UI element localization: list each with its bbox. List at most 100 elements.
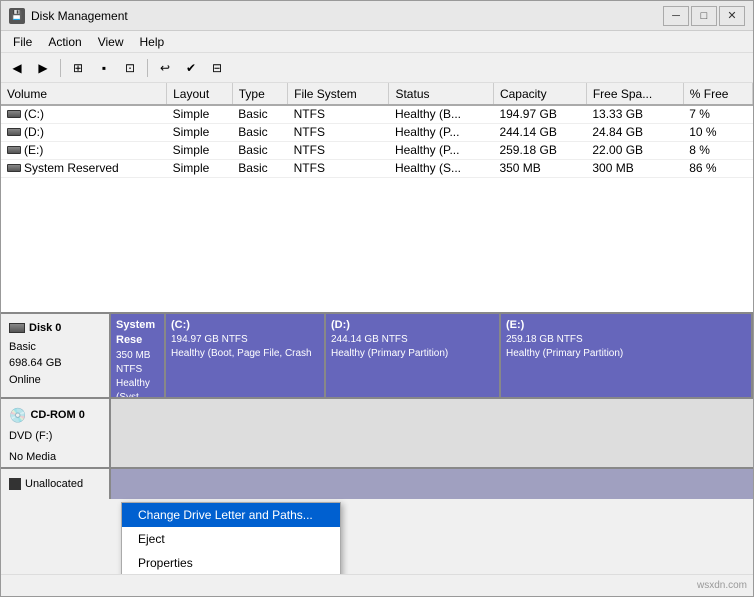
- cell-capacity: 244.14 GB: [493, 123, 586, 141]
- cell-volume: (E:): [1, 141, 167, 159]
- partition-c-size: 194.97 GB NTFS: [171, 333, 319, 347]
- context-menu-item-changeletter[interactable]: Change Drive Letter and Paths...: [122, 503, 340, 527]
- cell-status: Healthy (P...: [389, 141, 493, 159]
- volume-table-area: Volume Layout Type File System Status Ca…: [1, 83, 753, 314]
- context-menu-item-eject[interactable]: Eject: [122, 527, 340, 551]
- volume-icon-d: (D:): [7, 125, 44, 139]
- cell-fs: NTFS: [288, 123, 389, 141]
- main-content: Volume Layout Type File System Status Ca…: [1, 83, 753, 574]
- disk0-size: 698.64 GB: [9, 355, 101, 372]
- toolbar-separator-2: [147, 59, 148, 77]
- partition-e[interactable]: (E:) 259.18 GB NTFS Healthy (Primary Par…: [501, 314, 753, 397]
- disk0-icon: [9, 323, 25, 333]
- col-status[interactable]: Status: [389, 83, 493, 105]
- col-type[interactable]: Type: [232, 83, 287, 105]
- table-row[interactable]: System Reserved Simple Basic NTFS Health…: [1, 159, 753, 177]
- partition-d-name: (D:): [331, 318, 494, 333]
- menu-help[interactable]: Help: [132, 33, 173, 51]
- disk-map-area[interactable]: Disk 0 Basic 698.64 GB Online System Res…: [1, 314, 753, 574]
- toolbar-btn-6[interactable]: ⊟: [205, 57, 229, 79]
- col-percent[interactable]: % Free: [683, 83, 752, 105]
- toolbar-btn-2[interactable]: ▪: [92, 57, 116, 79]
- disk-img: [7, 164, 21, 172]
- partition-c[interactable]: (C:) 194.97 GB NTFS Healthy (Boot, Page …: [166, 314, 326, 397]
- cell-capacity: 259.18 GB: [493, 141, 586, 159]
- menu-file[interactable]: File: [5, 33, 40, 51]
- col-volume[interactable]: Volume: [1, 83, 167, 105]
- cell-free: 22.00 GB: [586, 141, 683, 159]
- disk0-label: Disk 0 Basic 698.64 GB Online: [1, 314, 111, 397]
- cell-free: 24.84 GB: [586, 123, 683, 141]
- title-bar: 💾 Disk Management ─ □ ✕: [1, 1, 753, 31]
- disk0-row: Disk 0 Basic 698.64 GB Online System Res…: [1, 314, 753, 399]
- unallocated-label: Unallocated: [1, 469, 111, 499]
- toolbar-btn-3[interactable]: ⊡: [118, 57, 142, 79]
- maximize-button[interactable]: □: [691, 6, 717, 26]
- cell-fs: NTFS: [288, 141, 389, 159]
- toolbar-btn-1[interactable]: ⊞: [66, 57, 90, 79]
- partition-e-name: (E:): [506, 318, 746, 333]
- cell-free: 13.33 GB: [586, 105, 683, 123]
- toolbar-back[interactable]: ◀: [5, 57, 29, 79]
- toolbar-forward[interactable]: ▶: [31, 57, 55, 79]
- menu-bar: File Action View Help: [1, 31, 753, 53]
- cell-status: Healthy (P...: [389, 123, 493, 141]
- partition-sysreserved[interactable]: System Rese 350 MB NTFS Healthy (Syst: [111, 314, 166, 397]
- volume-table-body: (C:) Simple Basic NTFS Healthy (B... 194…: [1, 105, 753, 177]
- col-layout[interactable]: Layout: [167, 83, 233, 105]
- table-row[interactable]: (E:) Simple Basic NTFS Healthy (P... 259…: [1, 141, 753, 159]
- cell-volume: (D:): [1, 123, 167, 141]
- partition-d-size: 244.14 GB NTFS: [331, 333, 494, 347]
- volume-icon-e: (E:): [7, 143, 43, 157]
- toolbar-btn-5[interactable]: ✔: [179, 57, 203, 79]
- col-capacity[interactable]: Capacity: [493, 83, 586, 105]
- context-menu: Change Drive Letter and Paths... Eject P…: [121, 502, 341, 574]
- cell-percent: 86 %: [683, 159, 752, 177]
- disk-img: [7, 128, 21, 136]
- partition-d[interactable]: (D:) 244.14 GB NTFS Healthy (Primary Par…: [326, 314, 501, 397]
- cdrom0-type: DVD (F:): [9, 428, 101, 445]
- table-row[interactable]: (C:) Simple Basic NTFS Healthy (B... 194…: [1, 105, 753, 123]
- partition-sysreserved-health: Healthy (Syst: [116, 377, 159, 397]
- cell-percent: 7 %: [683, 105, 752, 123]
- toolbar-separator-1: [60, 59, 61, 77]
- cell-free: 300 MB: [586, 159, 683, 177]
- partition-d-health: Healthy (Primary Partition): [331, 347, 494, 361]
- cdrom0-status: No Media: [9, 449, 101, 466]
- table-row[interactable]: (D:) Simple Basic NTFS Healthy (P... 244…: [1, 123, 753, 141]
- window-controls: ─ □ ✕: [663, 6, 745, 26]
- app-icon: 💾: [9, 8, 25, 24]
- partition-c-name: (C:): [171, 318, 319, 333]
- cell-type: Basic: [232, 159, 287, 177]
- disk0-name: Disk 0: [29, 320, 61, 337]
- partition-e-size: 259.18 GB NTFS: [506, 333, 746, 347]
- close-button[interactable]: ✕: [719, 6, 745, 26]
- disk-img: [7, 110, 21, 118]
- disk0-partitions: System Rese 350 MB NTFS Healthy (Syst (C…: [111, 314, 753, 397]
- cell-layout: Simple: [167, 105, 233, 123]
- partition-sysreserved-name: System Rese: [116, 318, 159, 349]
- cell-layout: Simple: [167, 159, 233, 177]
- partition-c-health: Healthy (Boot, Page File, Crash: [171, 347, 319, 361]
- toolbar-btn-4[interactable]: ↩: [153, 57, 177, 79]
- cell-status: Healthy (B...: [389, 105, 493, 123]
- col-free[interactable]: Free Spa...: [586, 83, 683, 105]
- volume-icon-c: (C:): [7, 107, 44, 121]
- menu-view[interactable]: View: [90, 33, 132, 51]
- unallocated-row: Unallocated: [1, 469, 753, 499]
- minimize-button[interactable]: ─: [663, 6, 689, 26]
- cdrom0-content[interactable]: [111, 399, 753, 467]
- cell-type: Basic: [232, 123, 287, 141]
- disk0-type: Basic: [9, 339, 101, 356]
- cell-volume: (C:): [1, 105, 167, 123]
- col-filesystem[interactable]: File System: [288, 83, 389, 105]
- cdrom0-row: 💿 CD-ROM 0 DVD (F:) No Media Change Driv…: [1, 399, 753, 469]
- status-bar: wsxdn.com: [1, 574, 753, 596]
- table-header-row: Volume Layout Type File System Status Ca…: [1, 83, 753, 105]
- disk-management-window: 💾 Disk Management ─ □ ✕ File Action View…: [0, 0, 754, 597]
- context-menu-item-properties[interactable]: Properties: [122, 551, 340, 574]
- cell-type: Basic: [232, 141, 287, 159]
- menu-action[interactable]: Action: [40, 33, 89, 51]
- cell-type: Basic: [232, 105, 287, 123]
- unallocated-text: Unallocated: [25, 478, 83, 490]
